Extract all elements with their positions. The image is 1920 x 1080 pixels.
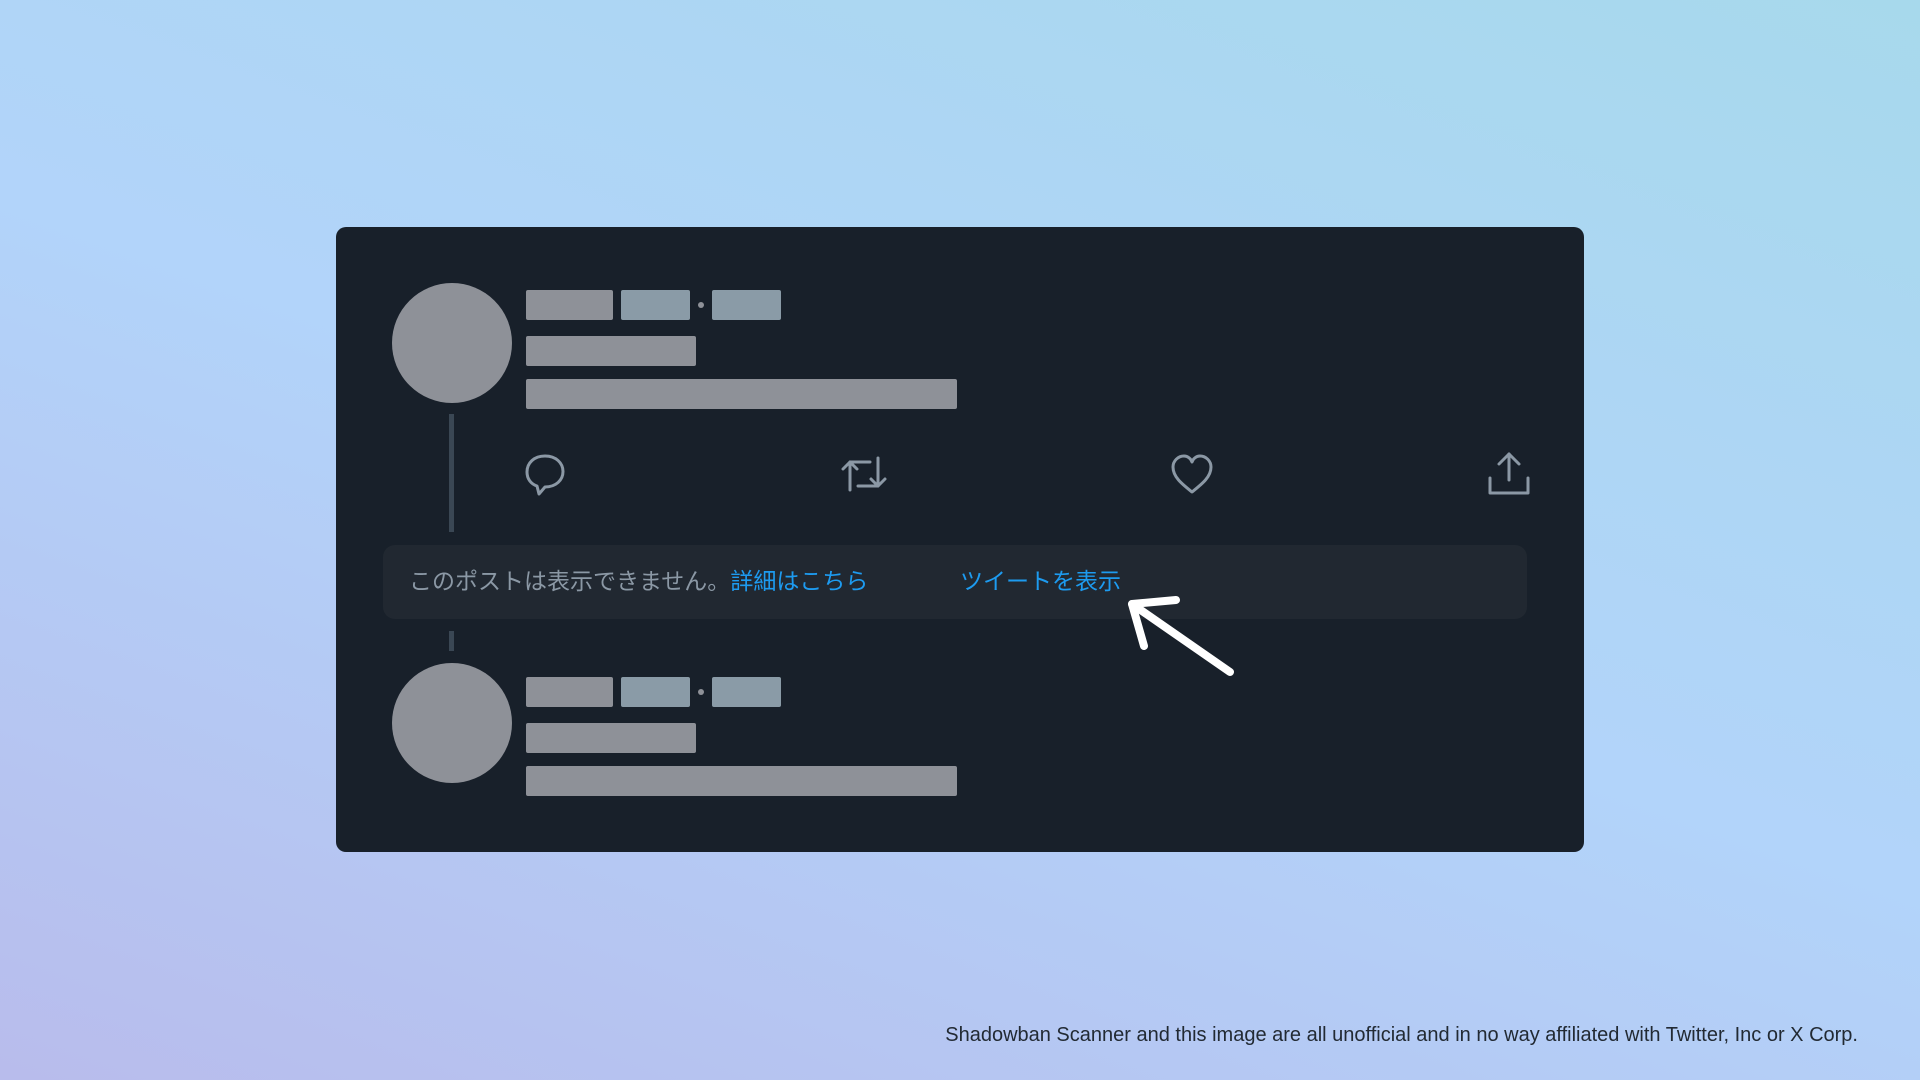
timestamp-placeholder bbox=[712, 290, 781, 320]
timestamp-placeholder bbox=[712, 677, 781, 707]
pointer-arrow-icon bbox=[1120, 590, 1240, 680]
notice-text-row: このポストは表示できません。詳細はこちら bbox=[409, 567, 868, 597]
show-tweet-link[interactable]: ツイートを表示 bbox=[960, 567, 1121, 597]
reply-icon bbox=[525, 454, 565, 496]
text-line-placeholder bbox=[526, 379, 957, 409]
share-icon bbox=[1488, 452, 1530, 495]
reply-button[interactable] bbox=[521, 450, 569, 498]
share-button[interactable] bbox=[1485, 450, 1533, 498]
learn-more-link[interactable]: 詳細はこちら bbox=[730, 569, 868, 595]
like-button[interactable] bbox=[1168, 450, 1216, 498]
text-line-placeholder bbox=[526, 723, 696, 753]
heart-icon bbox=[1171, 454, 1213, 494]
disclaimer-text: Shadowban Scanner and this image are all… bbox=[945, 1024, 1858, 1046]
handle-placeholder bbox=[621, 677, 690, 707]
avatar bbox=[392, 663, 512, 783]
thread-line bbox=[449, 631, 454, 651]
separator-dot bbox=[698, 689, 704, 695]
avatar bbox=[392, 283, 512, 403]
retweet-button[interactable] bbox=[840, 450, 888, 498]
text-line-placeholder bbox=[526, 766, 957, 796]
retweet-icon bbox=[841, 456, 887, 492]
thread-line bbox=[449, 414, 454, 532]
notice-message: このポストは表示できません。 bbox=[409, 569, 731, 595]
tweet-card: このポストは表示できません。詳細はこちら ツイートを表示 bbox=[336, 227, 1584, 852]
display-name-placeholder bbox=[526, 677, 613, 707]
text-line-placeholder bbox=[526, 336, 696, 366]
handle-placeholder bbox=[621, 290, 690, 320]
hidden-post-notice: このポストは表示できません。詳細はこちら ツイートを表示 bbox=[383, 545, 1527, 619]
display-name-placeholder bbox=[526, 290, 613, 320]
separator-dot bbox=[698, 302, 704, 308]
